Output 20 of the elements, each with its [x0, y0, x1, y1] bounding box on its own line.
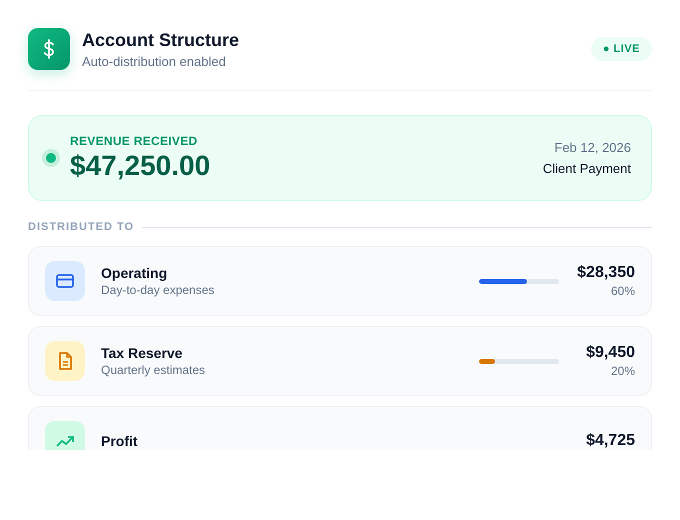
account-name: Tax Reserve	[101, 345, 184, 361]
page-title: Account Structure	[82, 30, 240, 50]
account-description: Day-to-day expenses	[101, 283, 216, 297]
revenue-source: Client Payment	[542, 161, 631, 176]
account-amount: $4,725	[586, 432, 635, 450]
status-dot	[46, 153, 56, 163]
account-name: Operating	[101, 265, 168, 281]
dollar-icon	[28, 28, 70, 70]
live-badge: ● LIVE	[590, 37, 652, 61]
account-description: Quarterly estimates	[101, 363, 206, 377]
account-name: Profit	[101, 433, 139, 449]
account-percent: 60%	[610, 284, 635, 298]
account-amount: $9,450	[586, 344, 635, 362]
account-amount: $28,350	[577, 264, 635, 282]
revenue-amount: $47,250.00	[70, 150, 212, 182]
page-subtitle: Auto-distribution enabled	[82, 54, 227, 68]
revenue-date: Feb 12, 2026	[554, 140, 631, 155]
revenue-label: REVENUE RECEIVED	[70, 134, 198, 148]
section-label: DISTRIBUTED TO	[28, 221, 134, 233]
account-percent: 20%	[610, 364, 635, 378]
